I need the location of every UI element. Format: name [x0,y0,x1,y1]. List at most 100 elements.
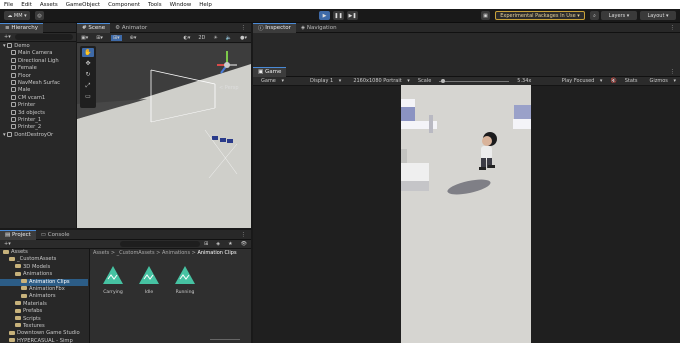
lighting-icon[interactable]: ☀ [213,35,217,41]
hierarchy-item[interactable]: Main Camera [0,50,76,57]
folder-tree-item[interactable]: _CustomAssets [0,256,88,263]
menu-item-tools[interactable]: Tools [144,2,166,8]
play-focused-dropdown[interactable]: Play Focused ▾ [558,78,603,84]
resolution-dropdown[interactable]: 2160x1080 Portrait ▾ [349,78,410,84]
tab-animator[interactable]: ⚙ Animator [110,23,152,33]
icon-size-slider[interactable] [210,339,240,340]
folder-tree-item[interactable]: Textures [0,323,88,330]
folder-tree-item[interactable]: 3D Models [0,264,88,271]
shading-mode-button[interactable]: ▣▾ [81,35,88,41]
package-icon[interactable]: ▣ [481,11,490,20]
asset-item[interactable]: Running [172,265,198,295]
hierarchy-item[interactable]: ▾ DontDestroyOr [0,131,76,139]
display-dropdown[interactable]: Display 1 ▾ [306,78,341,84]
kebab-menu-icon[interactable]: ⋮ [665,67,680,77]
collab-icon[interactable]: ◎ [35,11,44,20]
scale-tool-icon[interactable]: ⤢ [82,81,94,90]
hierarchy-item[interactable]: Printer [0,102,76,109]
breadcrumb-item[interactable]: Assets [93,250,109,256]
folder-tree-item[interactable]: Assets [0,249,88,256]
gizmos-button[interactable]: Gizmos ▾ [645,78,676,84]
pause-button[interactable]: ❚❚ [333,11,344,20]
persp-label[interactable]: < Persp [219,85,239,91]
hierarchy-item[interactable]: Male [0,87,76,94]
menu-item-edit[interactable]: Edit [17,2,36,8]
menu-item-help[interactable]: Help [195,2,216,8]
game-mode-dropdown[interactable]: Game ▾ [257,78,284,84]
play-button[interactable]: ▶ [319,11,330,20]
label-icon[interactable]: ◈ [216,241,220,247]
gizmos-button[interactable]: ●▾ [240,35,247,41]
add-button[interactable]: +▾ [4,34,11,40]
menu-item-window[interactable]: Window [166,2,196,8]
kebab-menu-icon[interactable]: ⋮ [236,23,252,33]
layers-dropdown[interactable]: Layers ▾ [601,11,637,20]
hierarchy-item[interactable]: Printer_2 [0,124,76,131]
kebab-menu-icon[interactable]: ⋮ [665,23,680,33]
scale-slider-handle[interactable] [441,78,446,83]
kebab-menu-icon[interactable]: ⋮ [236,230,252,240]
menu-item-component[interactable]: Component [104,2,144,8]
mute-audio-icon[interactable]: 🔇 [610,78,616,84]
hand-tool-icon[interactable]: ✋ [82,48,94,57]
folder-tree-item[interactable]: Animators [0,293,88,300]
scale-slider[interactable] [439,78,510,83]
menu-item-file[interactable]: File [0,2,17,8]
tab-navigation[interactable]: ◈ Navigation [296,23,342,33]
scene-panel: # Scene ⚙ Animator ⋮ ▣▾ ⊞▾ ⊞▾ ⊕▾ ◐▾ 2D ☀… [77,22,252,228]
hierarchy-item[interactable]: Female [0,65,76,72]
tab-hierarchy[interactable]: ≡ Hierarchy [0,22,43,33]
menu-item-assets[interactable]: Assets [36,2,62,8]
hierarchy-search-input[interactable] [14,34,73,40]
layout-dropdown[interactable]: Layout ▾ [640,11,676,20]
hierarchy-item[interactable]: 3d objects [0,109,76,117]
hierarchy-item[interactable]: ▾ Demo [0,43,76,50]
pivot-button[interactable]: ⊕▾ [130,35,137,41]
folder-tree-item[interactable]: Animation Clips [0,278,88,286]
project-search-input[interactable] [120,241,201,247]
hierarchy-item[interactable]: Printer_1 [0,116,76,124]
tab-project[interactable]: ▤ Project [0,229,36,240]
hierarchy-item[interactable]: CM vcam1 [0,94,76,102]
transform-tools-button[interactable]: ⊞▾ [96,35,103,41]
breadcrumb-item[interactable]: Animations [162,250,190,256]
folder-tree-item[interactable]: AnimationFbx [0,286,88,293]
tab-console[interactable]: ▭ Console [36,230,75,240]
audio-icon[interactable]: 🔈 [226,35,232,41]
filter-icon[interactable]: ⊞ [204,241,208,247]
tab-scene[interactable]: # Scene [77,22,111,33]
folder-tree-item[interactable]: Downtown Game Studio [0,330,88,337]
folder-tree-item[interactable]: Materials [0,301,88,308]
step-button[interactable]: ▶❚ [347,11,358,20]
breadcrumb-item[interactable]: _CustomAssets [117,250,155,256]
hierarchy-item[interactable]: Floor [0,72,76,80]
account-button[interactable]: ☁ MM ▾ [4,11,30,20]
tab-inspector[interactable]: ⓘ Inspector [253,22,296,33]
folder-tree-item[interactable]: HYPERCASUAL - Simp [0,338,88,343]
move-tool-icon[interactable]: ✥ [82,59,94,68]
gameobject-icon [11,94,16,100]
asset-item[interactable]: Idle [136,265,162,295]
hierarchy-item[interactable]: Directional Ligh [0,57,76,65]
view-2d-button[interactable]: 2D [198,35,205,41]
rotate-tool-icon[interactable]: ↻ [82,70,94,79]
breadcrumb-item[interactable]: Animation Clips [197,250,236,256]
star-icon[interactable]: ★ [228,241,232,247]
tab-game[interactable]: ▣ Game [253,66,287,77]
grid-snap-button[interactable]: ⊞▾ [110,34,122,41]
scene-tools-strip: ✋ ✥ ↻ ⤢ ▭ [80,46,96,108]
asset-item[interactable]: Carrying [100,265,126,295]
search-icon[interactable]: ⌕ [590,11,599,20]
folder-tree-item[interactable]: Prefabs [0,308,88,315]
folder-tree-item[interactable]: Animations [0,271,88,278]
experimental-packages-dropdown[interactable]: Experimental Packages In Use ▾ [495,11,585,20]
rect-tool-icon[interactable]: ▭ [82,92,94,101]
menu-item-gameobject[interactable]: GameObject [62,2,104,8]
hierarchy-item[interactable]: NavMesh Surfac [0,79,76,87]
draw-mode-button[interactable]: ◐▾ [184,35,191,41]
folder-tree-item[interactable]: Scripts [0,316,88,323]
stats-button[interactable]: Stats [625,78,638,84]
game-viewport[interactable] [401,85,531,343]
create-button[interactable]: +▾ [4,241,11,247]
visibility-icon[interactable]: 👁 [241,241,247,247]
